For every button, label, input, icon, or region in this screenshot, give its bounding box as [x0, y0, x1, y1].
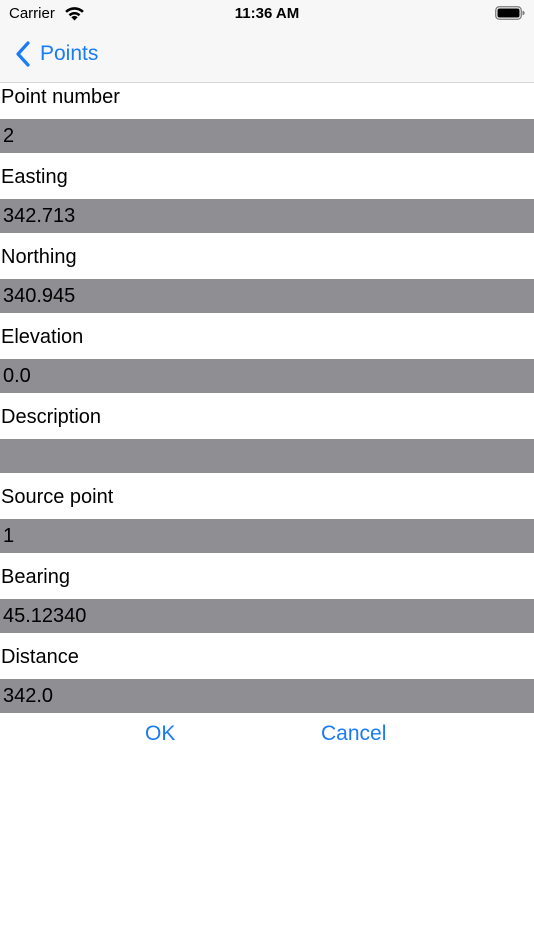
- point-number-input[interactable]: [0, 119, 534, 153]
- point-form: Point number Easting Northing Elevation …: [0, 83, 534, 723]
- action-buttons: OK Cancel: [0, 722, 534, 758]
- northing-label: Northing: [1, 246, 77, 268]
- elevation-input[interactable]: [0, 359, 534, 393]
- back-button[interactable]: Points: [14, 38, 98, 70]
- distance-label: Distance: [1, 646, 79, 668]
- cancel-button[interactable]: Cancel: [321, 722, 386, 746]
- chevron-left-icon: [16, 41, 30, 67]
- distance-input[interactable]: [0, 679, 534, 713]
- ok-button[interactable]: OK: [145, 722, 175, 746]
- back-button-label: Points: [40, 42, 99, 65]
- navigation-bar: Points: [0, 28, 534, 83]
- description-label: Description: [1, 406, 102, 428]
- northing-input[interactable]: [0, 279, 534, 313]
- status-bar: Carrier 11:36 AM: [0, 0, 534, 28]
- bearing-label: Bearing: [1, 566, 70, 588]
- status-time: 11:36 AM: [234, 5, 300, 22]
- description-input[interactable]: [0, 439, 534, 473]
- point-number-label: Point number: [1, 86, 120, 108]
- elevation-label: Elevation: [1, 326, 84, 348]
- easting-input[interactable]: [0, 199, 534, 233]
- battery-icon: [495, 6, 525, 20]
- bearing-input[interactable]: [0, 599, 534, 633]
- source-point-label: Source point: [1, 486, 114, 508]
- easting-label: Easting: [1, 166, 68, 188]
- source-point-input[interactable]: [0, 519, 534, 553]
